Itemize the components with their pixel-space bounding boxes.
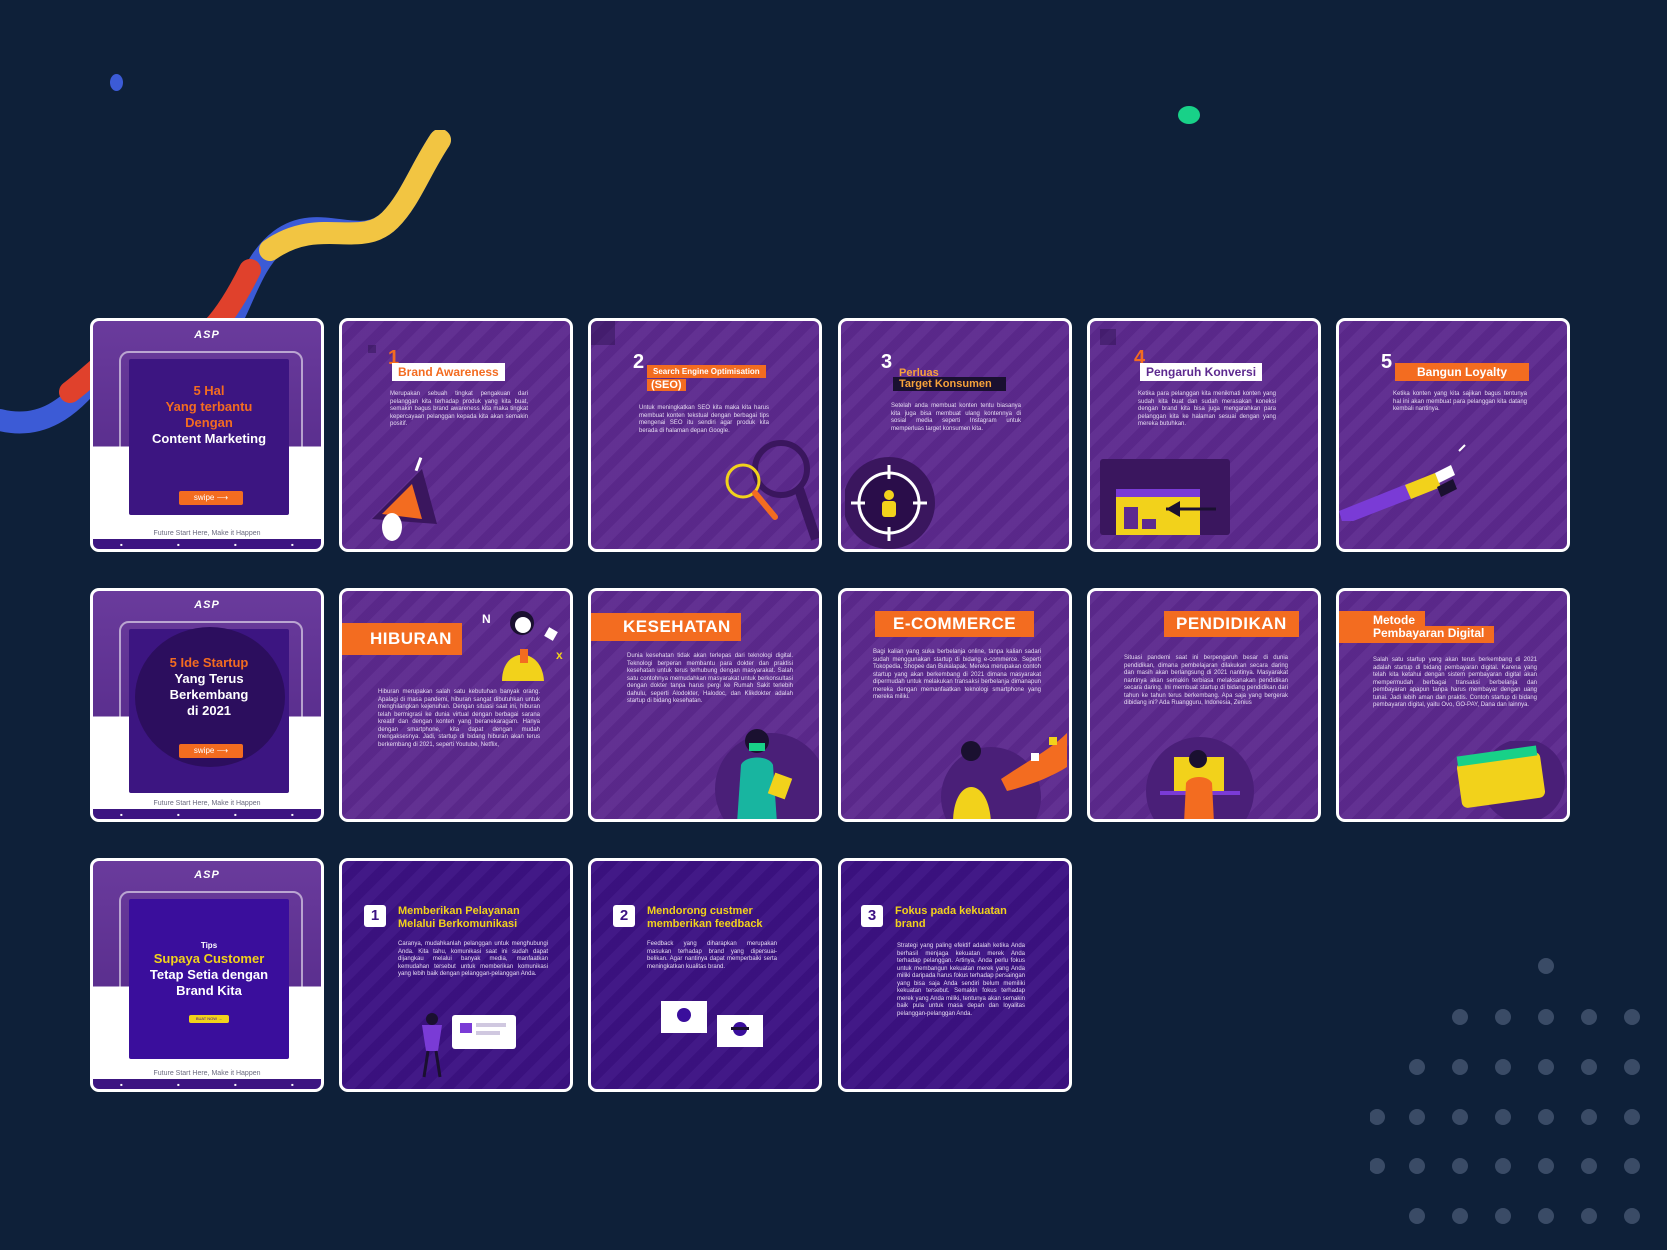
svg-text:x: x bbox=[556, 648, 563, 662]
card-label: KESEHATAN bbox=[591, 613, 741, 641]
card-seo[interactable]: 2 Search Engine Optimisation (SEO) Untuk… bbox=[588, 318, 822, 552]
card-pembayaran-digital[interactable]: Metode Pembayaran Digital Salah satu sta… bbox=[1336, 588, 1570, 822]
card-label: Brand Awareness bbox=[392, 363, 505, 381]
footer-tagline: Future Start Here, Make it Happen bbox=[153, 530, 261, 537]
card-brand-awareness[interactable]: 1 Brand Awareness Merupakan sebuah tingk… bbox=[339, 318, 573, 552]
cover-card-ide-startup[interactable]: ASP 5 Ide Startup Yang Terus Berkembang … bbox=[90, 588, 324, 822]
card-body: Ketika konten yang kita sajikan bagus te… bbox=[1393, 391, 1527, 412]
card-kesehatan[interactable]: KESEHATAN Dunia kesehatan tidak akan ter… bbox=[588, 588, 822, 822]
card-body: Feedback yang diharapkan merupakan masuk… bbox=[647, 941, 777, 970]
dot-grid bbox=[1370, 958, 1640, 1224]
green-dot bbox=[1178, 106, 1200, 124]
person-chat-icon bbox=[422, 1013, 516, 1078]
logo: ASP bbox=[194, 329, 220, 341]
step-number: 3 bbox=[861, 905, 883, 927]
footer-tagline: Future Start Here, Make it Happen bbox=[153, 1070, 261, 1077]
card-label-2: Pembayaran Digital bbox=[1339, 626, 1495, 643]
card-label: HIBURAN bbox=[342, 623, 462, 655]
wallet-icon bbox=[1456, 741, 1565, 819]
logo: ASP bbox=[194, 599, 220, 611]
swipe-button[interactable]: swipe ⟶ bbox=[179, 744, 243, 758]
card-label-2: (SEO) bbox=[647, 379, 686, 391]
card-body: Hiburan merupakan salah satu kebutuhan b… bbox=[378, 689, 540, 748]
card-label: PENDIDIKAN bbox=[1164, 611, 1299, 637]
cover-title: 5 Ide Startup Yang Terus Berkembang di 2… bbox=[169, 655, 249, 718]
cover-title: Tips Supaya Customer Tetap Setia dengan … bbox=[149, 941, 269, 998]
card-bangun-loyalty[interactable]: 5 Bangun Loyalty Ketika konten yang kita… bbox=[1336, 318, 1570, 552]
step-number: 2 bbox=[613, 905, 635, 927]
card-body: Salah satu startup yang akan terus berke… bbox=[1373, 657, 1537, 708]
magnet-icon bbox=[1339, 444, 1466, 521]
card-target-konsumen[interactable]: 3 Perluas Target Konsumen Setelah anda m… bbox=[838, 318, 1072, 552]
card-label: Pengaruh Konversi bbox=[1140, 363, 1263, 381]
footer-tagline: Future Start Here, Make it Happen bbox=[153, 800, 261, 807]
card-label: E-COMMERCE bbox=[875, 611, 1035, 637]
card-title: Mendorong custmer memberikan feedback bbox=[647, 905, 763, 930]
contact-bar: ■ ■ ■ ■ bbox=[93, 809, 321, 819]
shopping-person-icon bbox=[941, 733, 1067, 819]
card-fokus-brand[interactable]: 3 Fokus pada kekuatan brand Strategi yan… bbox=[838, 858, 1072, 1092]
svg-text:N: N bbox=[482, 612, 491, 626]
swipe-button[interactable]: swipe ⟶ bbox=[179, 491, 243, 505]
card-body: Setelah anda membuat konten tentu biasan… bbox=[891, 403, 1021, 432]
card-title: Fokus pada kekuatan brand bbox=[895, 905, 1007, 930]
logo: ASP bbox=[194, 869, 220, 881]
step-number: 2 bbox=[633, 351, 645, 373]
card-label: Search Engine Optimisation bbox=[647, 365, 766, 378]
card-body: Strategi yang paling efektif adalah keti… bbox=[897, 943, 1025, 1017]
card-label: Metode bbox=[1339, 611, 1425, 627]
magnifier-icon bbox=[725, 440, 819, 541]
card-feedback[interactable]: 2 Mendorong custmer memberikan feedback … bbox=[588, 858, 822, 1092]
card-hiburan[interactable]: HIBURAN N x Hiburan merupakan salah satu… bbox=[339, 588, 573, 822]
card-label-2: Target Konsumen bbox=[893, 377, 1006, 391]
person-phone-icon: N x bbox=[482, 611, 563, 681]
step-number: 5 bbox=[1381, 351, 1393, 373]
card-body: Bagi kalian yang suka berbelanja online,… bbox=[873, 649, 1041, 700]
card-title: Memberikan Pelayanan Melalui Berkomunika… bbox=[398, 905, 520, 930]
contact-bar: ■ ■ ■ ■ bbox=[93, 539, 321, 549]
contact-bar: ■ ■ ■ ■ bbox=[93, 1079, 321, 1089]
card-pengaruh-konversi[interactable]: 4 Pengaruh Konversi Ketika para pelangga… bbox=[1087, 318, 1321, 552]
cover-title: 5 Hal Yang terbantu Dengan Content Marke… bbox=[151, 383, 267, 446]
card-body: Ketika para pelanggan kita menikmati kon… bbox=[1138, 391, 1276, 427]
buat-now-button[interactable]: BUAT NOW → bbox=[189, 1015, 229, 1023]
card-pelayanan[interactable]: 1 Memberikan Pelayanan Melalui Berkomuni… bbox=[339, 858, 573, 1092]
step-number: 1 bbox=[364, 905, 386, 927]
card-pendidikan[interactable]: PENDIDIKAN Situasi pandemi saat ini berp… bbox=[1087, 588, 1321, 822]
blue-dot bbox=[110, 74, 123, 91]
card-body: Situasi pandemi saat ini berpengaruh bes… bbox=[1124, 655, 1288, 706]
cover-card-customer-setia[interactable]: ASP Tips Supaya Customer Tetap Setia den… bbox=[90, 858, 324, 1092]
megaphone-icon bbox=[372, 457, 437, 541]
card-e-commerce[interactable]: E-COMMERCE Bagi kalian yang suka berbela… bbox=[838, 588, 1072, 822]
card-body: Untuk meningkatkan SEO kita maka kita ha… bbox=[639, 405, 769, 434]
target-icon bbox=[845, 457, 935, 549]
student-laptop-icon bbox=[1146, 737, 1254, 819]
card-label: Bangun Loyalty bbox=[1395, 363, 1530, 381]
video-call-icon bbox=[661, 1001, 763, 1047]
card-body: Caranya, mudahkanlah pelanggan untuk men… bbox=[398, 941, 548, 977]
cover-card-content-marketing[interactable]: ASP 5 Hal Yang terbantu Dengan Content M… bbox=[90, 318, 324, 552]
card-body: Merupakan sebuah tingkat pengakuan dari … bbox=[390, 391, 528, 427]
doctor-icon bbox=[715, 729, 819, 819]
browser-window-icon bbox=[1100, 459, 1230, 535]
step-number: 3 bbox=[881, 351, 893, 373]
card-body: Dunia kesehatan tidak akan terlepas dari… bbox=[627, 653, 793, 704]
